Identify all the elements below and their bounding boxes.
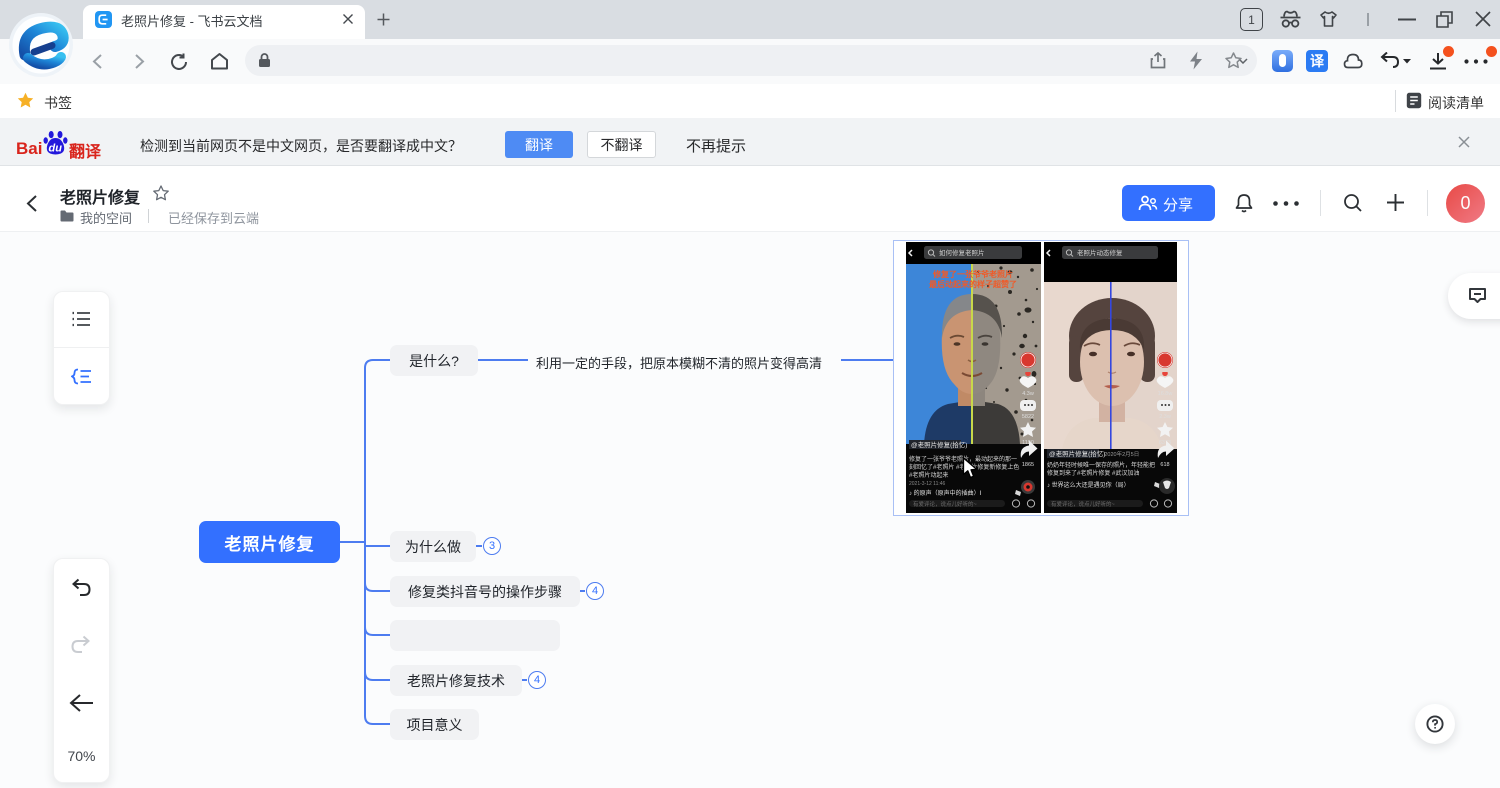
svg-text:618: 618 bbox=[1160, 462, 1169, 468]
svg-text:5822: 5822 bbox=[1022, 414, 1034, 420]
svg-text:有爱评论，说点儿好听的~: 有爱评论，说点儿好听的~ bbox=[913, 500, 977, 508]
svg-text:2.3w: 2.3w bbox=[1159, 414, 1171, 420]
svg-text:@老照片修复(拾忆): @老照片修复(拾忆) bbox=[911, 440, 967, 449]
svg-text:♪ 世界这么大还是遇见你（局）: ♪ 世界这么大还是遇见你（局） bbox=[1047, 481, 1130, 489]
svg-text:@老照片修复(拾忆): @老照片修复(拾忆) bbox=[1049, 449, 1105, 458]
svg-text:2021-3-12 11:46: 2021-3-12 11:46 bbox=[909, 481, 946, 487]
svg-text:奶奶年轻时候唯一保存的照片，年轻能把: 奶奶年轻时候唯一保存的照片，年轻能把 bbox=[1047, 461, 1155, 469]
svg-text:老照片动态修复: 老照片动态修复 bbox=[1077, 248, 1123, 257]
svg-text:有爱评论，说点儿好听的~: 有爱评论，说点儿好听的~ bbox=[1051, 500, 1115, 508]
svg-text:修复到来了#老照片修复 #武汉加油: 修复到来了#老照片修复 #武汉加油 bbox=[1047, 469, 1139, 477]
svg-text:4.3w: 4.3w bbox=[1022, 391, 1034, 397]
svg-text:#老照片动起来: #老照片动起来 bbox=[909, 471, 948, 479]
svg-text:du: du bbox=[49, 143, 63, 155]
svg-text:如何修复老照片: 如何修复老照片 bbox=[939, 248, 985, 257]
svg-text:最后动起来的样子超赞了: 最后动起来的样子超赞了 bbox=[929, 279, 1017, 289]
svg-text:1865: 1865 bbox=[1022, 462, 1034, 468]
svg-text:修复了一张爷爷老照片: 修复了一张爷爷老照片 bbox=[932, 269, 1013, 279]
svg-text:16.8w: 16.8w bbox=[1158, 391, 1173, 397]
svg-text:· 2020年2月5日: · 2020年2月5日 bbox=[1101, 450, 1139, 458]
svg-text:♪ 的原声（原声中的插曲）Ⅰ: ♪ 的原声（原声中的插曲）Ⅰ bbox=[909, 489, 982, 497]
